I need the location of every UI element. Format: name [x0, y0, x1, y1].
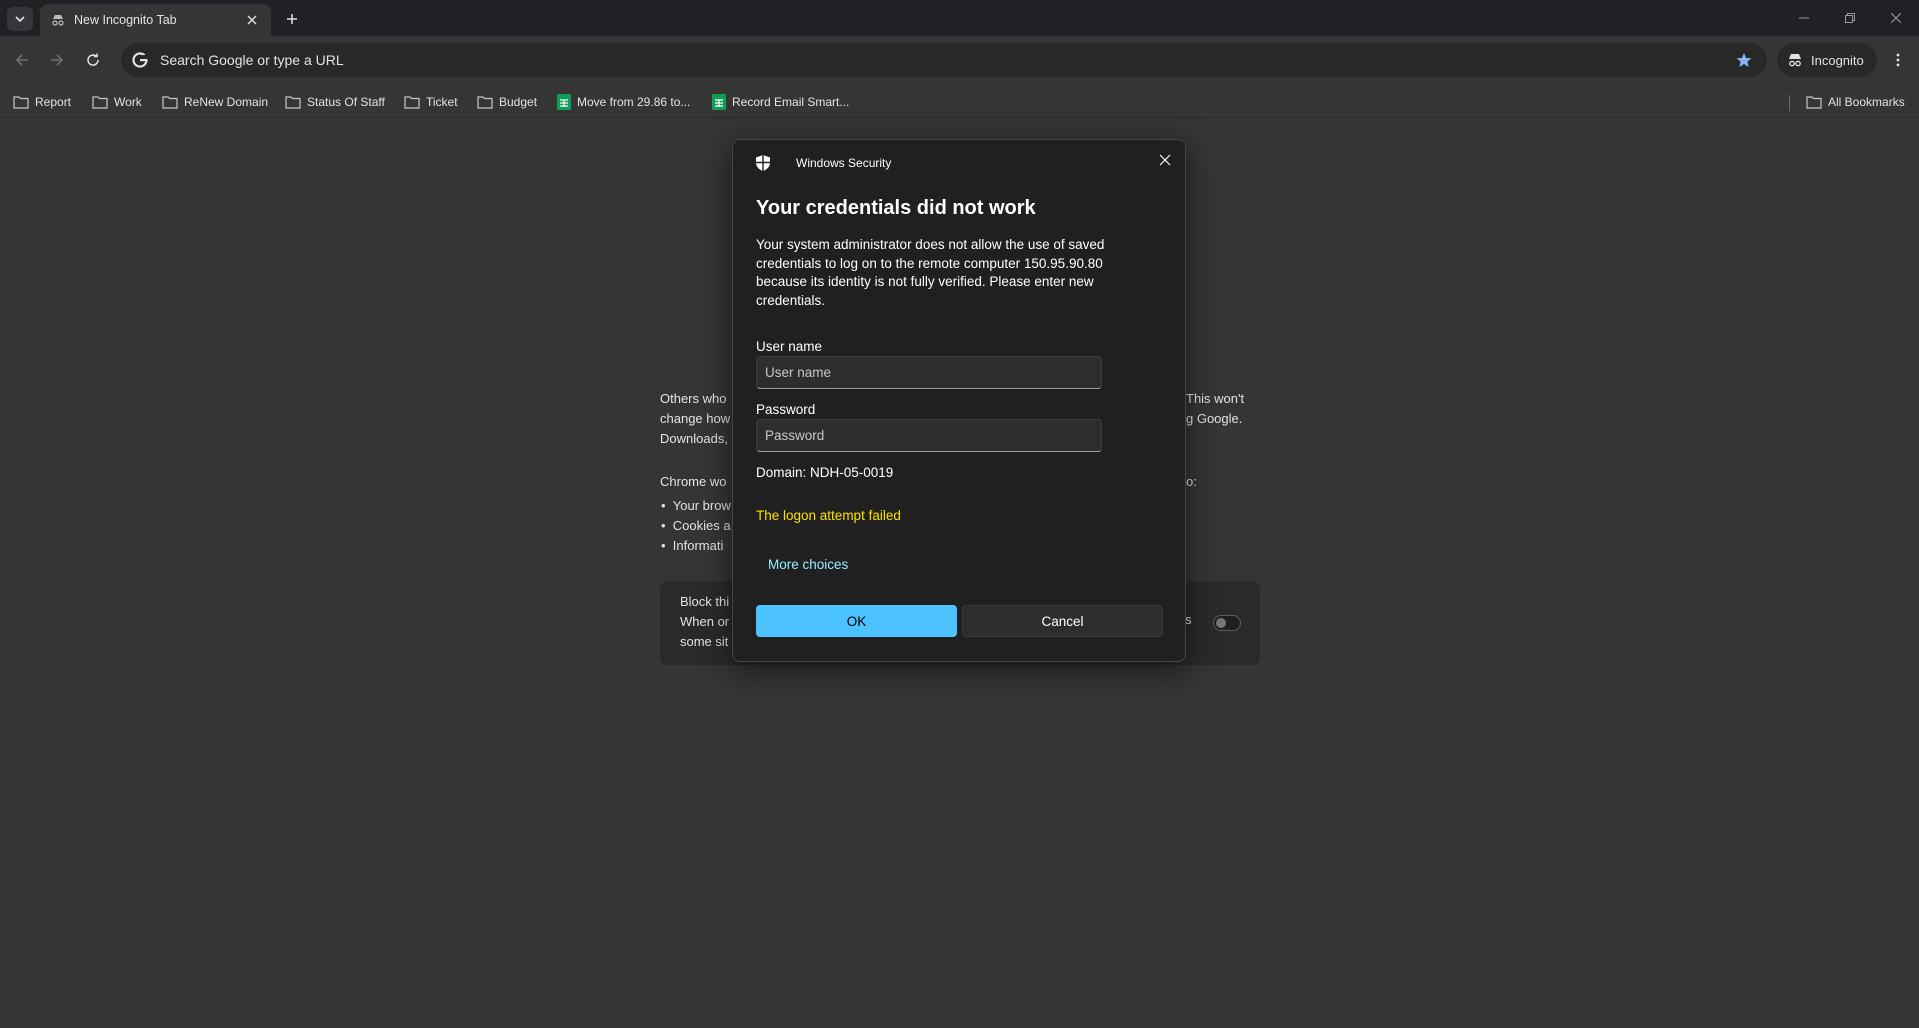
folder-icon: [162, 96, 178, 109]
list-item-text: Cookies a: [672, 518, 731, 533]
ntp-text-fragment: Chrome wo: [660, 474, 727, 489]
new-tab-button[interactable]: [281, 8, 303, 30]
tab-search-button[interactable]: [7, 7, 33, 31]
list-item-text: Informati: [672, 538, 724, 553]
dialog-app-name: Windows Security: [796, 156, 892, 170]
shield-icon: [756, 155, 770, 171]
bookmark-label: Status Of Staff: [307, 95, 385, 109]
ntp-text-fragment: Others who: [660, 391, 727, 406]
folder-icon: [285, 96, 301, 109]
password-input[interactable]: [756, 419, 1102, 452]
bookmark-report[interactable]: Report: [13, 91, 71, 113]
cancel-button[interactable]: Cancel: [962, 605, 1163, 637]
address-placeholder: Search Google or type a URL: [160, 52, 344, 68]
minimize-icon: [1799, 17, 1809, 19]
ntp-text-fragment: o:: [1186, 474, 1197, 489]
reload-icon: [87, 53, 99, 66]
bookmarks-separator: [1789, 95, 1790, 111]
bookmark-budget[interactable]: Budget: [477, 91, 537, 113]
google-icon: [132, 52, 148, 68]
ok-button[interactable]: OK: [756, 605, 957, 637]
arrow-right-icon: [51, 54, 64, 66]
bookmark-label: Work: [114, 95, 142, 109]
tab-new-incognito[interactable]: New Incognito Tab: [40, 4, 271, 36]
google-sheets-icon: [557, 94, 571, 110]
bookmark-renew-domain[interactable]: ReNew Domain: [162, 91, 268, 113]
folder-icon: [1806, 96, 1822, 109]
kebab-menu-icon: [1896, 53, 1900, 67]
dialog-title: Your credentials did not work: [756, 197, 1036, 219]
bookmark-status-of-staff[interactable]: Status Of Staff: [285, 91, 385, 113]
bookmark-record-email[interactable]: Record Email Smart...: [712, 91, 849, 113]
ntp-text-fragment: g Google.: [1186, 411, 1243, 426]
username-label: User name: [756, 339, 823, 354]
block-cookies-toggle[interactable]: [1213, 615, 1241, 631]
all-bookmarks[interactable]: All Bookmarks: [1806, 91, 1905, 113]
restore-button[interactable]: [1827, 0, 1873, 36]
folder-icon: [477, 96, 493, 109]
dialog-close-button[interactable]: [1152, 147, 1178, 173]
username-input[interactable]: [756, 356, 1102, 389]
reload-button[interactable]: [81, 48, 105, 72]
incognito-icon: [50, 12, 66, 28]
incognito-icon: [1789, 54, 1801, 67]
incognito-label: Incognito: [1811, 52, 1864, 68]
plus-icon: [287, 14, 297, 24]
dialog-message: Your system administrator does not allow…: [756, 237, 1105, 308]
bookmarks-bar: Report Work ReNew Domain Status Of Staff…: [0, 86, 1919, 118]
tab-strip: New Incognito Tab: [0, 0, 1919, 36]
ntp-text-fragment: change how: [660, 411, 731, 426]
star-icon[interactable]: [1727, 43, 1761, 77]
menu-button[interactable]: [1886, 48, 1910, 72]
error-message: The logon attempt failed: [756, 508, 901, 523]
list-item-text: Your brow: [672, 498, 731, 513]
close-icon: [1159, 154, 1171, 166]
bookmark-label: Ticket: [426, 95, 458, 109]
bookmark-label: ReNew Domain: [184, 95, 269, 109]
more-choices-link[interactable]: More choices: [768, 557, 848, 572]
address-bar[interactable]: Search Google or type a URL: [121, 43, 1767, 77]
close-icon[interactable]: [243, 11, 261, 29]
windows-security-dialog: Windows Security Your credentials did no…: [732, 139, 1186, 662]
ntp-text-fragment: Downloads,: [660, 431, 728, 446]
chevron-down-icon: [15, 16, 25, 23]
folder-icon: [404, 96, 420, 109]
bookmark-ticket[interactable]: Ticket: [404, 91, 458, 113]
bookmark-label: Budget: [499, 95, 538, 109]
bookmark-move-from[interactable]: Move from 29.86 to...: [557, 91, 690, 113]
google-sheets-icon: [712, 94, 726, 110]
incognito-profile-button[interactable]: Incognito: [1777, 43, 1877, 77]
close-icon: [1891, 13, 1901, 23]
password-label: Password: [756, 402, 816, 417]
window-controls: [1781, 0, 1919, 36]
restore-icon: [1845, 13, 1855, 23]
arrow-left-icon: [15, 54, 28, 66]
bookmark-work[interactable]: Work: [92, 91, 142, 113]
forward-button[interactable]: [45, 48, 69, 72]
ntp-text-fragment: This won't: [1186, 391, 1245, 406]
all-bookmarks-label: All Bookmarks: [1828, 95, 1905, 109]
back-button[interactable]: [10, 48, 34, 72]
domain-text: Domain: NDH-05-0019: [756, 465, 894, 480]
bookmark-label: Move from 29.86 to...: [577, 95, 691, 109]
close-window-button[interactable]: [1873, 0, 1919, 36]
folder-icon: [13, 96, 29, 109]
toggle-knob: [1216, 618, 1226, 628]
bookmark-label: Record Email Smart...: [732, 95, 850, 109]
folder-icon: [92, 96, 108, 109]
minimize-button[interactable]: [1781, 0, 1827, 36]
bookmark-label: Report: [35, 95, 72, 109]
tab-title: New Incognito Tab: [74, 13, 177, 27]
toolbar: Search Google or type a URL Incognito: [0, 36, 1919, 86]
